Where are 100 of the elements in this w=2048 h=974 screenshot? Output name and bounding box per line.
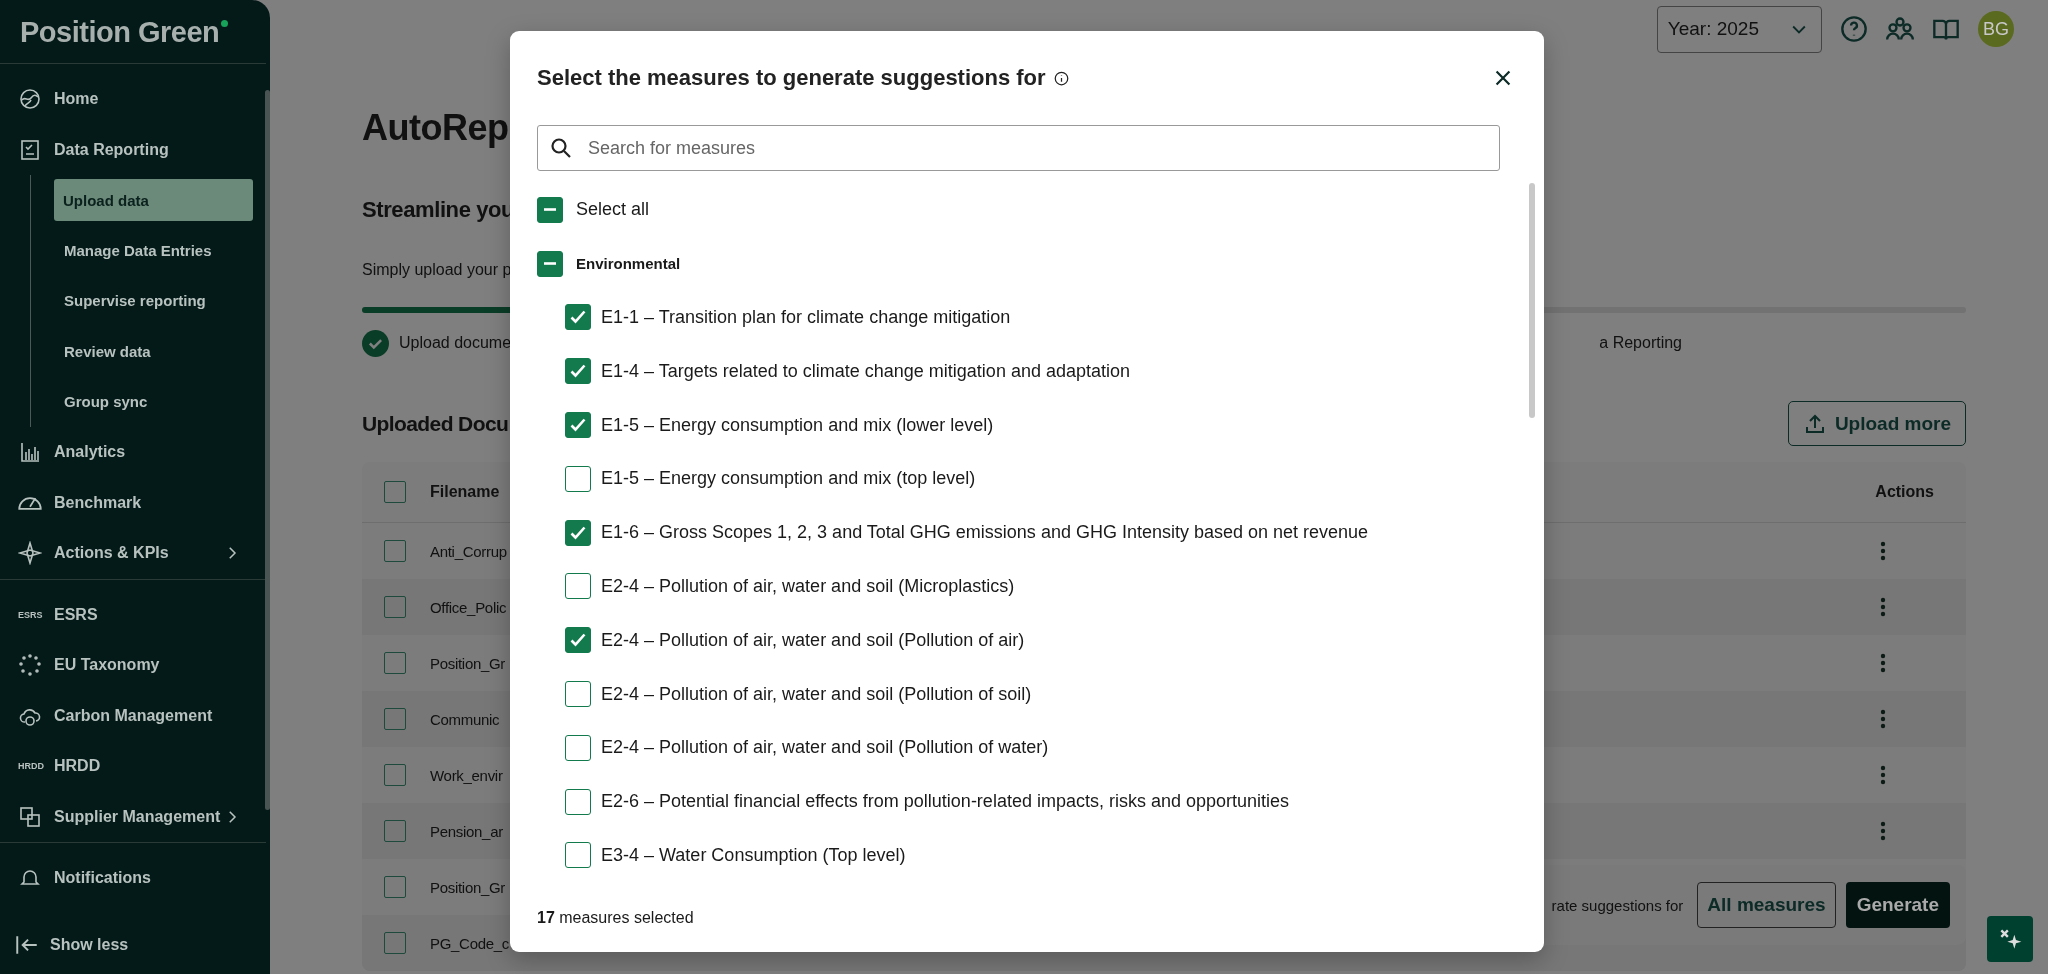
squares-icon bbox=[18, 804, 42, 829]
checkbox[interactable] bbox=[384, 652, 406, 674]
nav-item[interactable]: Benchmark bbox=[0, 477, 263, 528]
measure-label: E2-4 – Pollution of air, water and soil (Pollution of air) bbox=[601, 629, 1025, 651]
checkbox[interactable] bbox=[565, 573, 591, 600]
measure-label: E2-4 – Pollution of air, water and soil (Pollution of soil) bbox=[601, 683, 1032, 705]
table-cell: Anti_Corrup bbox=[430, 542, 507, 560]
checkbox-label: Select all bbox=[576, 199, 650, 221]
more-icon[interactable] bbox=[1880, 821, 1886, 841]
nav-item[interactable]: Supplier Management bbox=[0, 791, 263, 842]
more-icon[interactable] bbox=[1880, 541, 1886, 561]
column-header: Filename bbox=[430, 483, 500, 501]
checkbox[interactable] bbox=[384, 764, 406, 786]
step-label: Upload docume bbox=[399, 334, 512, 352]
checkbox[interactable] bbox=[565, 519, 591, 546]
checkbox[interactable] bbox=[537, 196, 563, 223]
table-cell: Work_envir bbox=[430, 766, 503, 784]
more-icon[interactable] bbox=[1880, 653, 1886, 673]
measure-label: E1-1 – Transition plan for climate change mitigation bbox=[601, 307, 1011, 328]
checkbox[interactable] bbox=[565, 358, 591, 385]
column-header: Actions bbox=[1875, 483, 1934, 501]
checkbox[interactable] bbox=[565, 412, 591, 439]
report-icon bbox=[18, 137, 42, 162]
checkbox[interactable] bbox=[565, 788, 591, 815]
section-title: Uploaded Docu bbox=[362, 411, 509, 436]
minus-icon bbox=[544, 262, 556, 266]
nav-subitem[interactable]: Supervise reporting bbox=[55, 275, 253, 326]
checkbox[interactable] bbox=[565, 304, 591, 331]
nav-subitem[interactable]: Group sync bbox=[55, 376, 253, 427]
generate-text: rate suggestions for bbox=[1551, 896, 1684, 914]
help-icon[interactable] bbox=[1840, 15, 1868, 43]
checkbox[interactable] bbox=[384, 708, 406, 730]
table-cell: Pension_ar bbox=[430, 822, 503, 840]
all-measures-button[interactable]: All measures bbox=[1697, 882, 1836, 928]
measure-label: E2-4 – Pollution of air, water and soil (Microplastics) bbox=[601, 575, 1015, 597]
nav-item[interactable]: HRDD HRDD bbox=[0, 741, 263, 792]
nav-subitem[interactable]: Upload data bbox=[54, 179, 253, 221]
measure-label: E3-4 – Water Consumption (Top level) bbox=[601, 844, 906, 866]
module-abbreviation: HRDD bbox=[18, 761, 42, 772]
checkbox[interactable] bbox=[565, 734, 591, 761]
checkbox[interactable] bbox=[384, 876, 406, 898]
scrollbar[interactable] bbox=[265, 90, 270, 810]
more-icon[interactable] bbox=[1880, 709, 1886, 729]
gauge-icon bbox=[18, 495, 42, 510]
dialog-title: Select the measures to generate suggestions for bbox=[537, 65, 1046, 91]
nav-item[interactable]: Home bbox=[0, 74, 263, 125]
upload-more-button[interactable]: Upload more bbox=[1787, 401, 1966, 446]
nav-item[interactable]: ESRS ESRS bbox=[0, 589, 263, 640]
search-icon bbox=[549, 136, 573, 160]
year-select[interactable]: Year: 2025 bbox=[1656, 5, 1822, 53]
table-cell: Communic bbox=[430, 710, 500, 728]
info-icon[interactable] bbox=[1053, 70, 1069, 86]
analytics-icon bbox=[18, 440, 42, 465]
nav-item[interactable]: Analytics bbox=[0, 427, 263, 478]
checkbox[interactable] bbox=[565, 627, 591, 654]
nav-item[interactable]: Data Reporting bbox=[0, 124, 263, 175]
module-abbreviation: ESRS bbox=[18, 609, 42, 620]
show-less-button[interactable]: Show less bbox=[0, 932, 270, 974]
table-cell: Position_Gr bbox=[430, 878, 506, 896]
diamond-icon bbox=[18, 541, 42, 566]
avatar[interactable]: BG bbox=[1978, 11, 2014, 47]
checkbox[interactable] bbox=[565, 842, 591, 869]
checkbox[interactable] bbox=[565, 681, 591, 708]
nav-subitem[interactable]: Review data bbox=[55, 326, 253, 377]
measure-label: E1-4 – Targets related to climate change mitigation and adaptation bbox=[601, 360, 1130, 382]
page-title: AutoRep bbox=[362, 107, 509, 150]
more-icon[interactable] bbox=[1880, 765, 1886, 785]
measure-label: E2-4 – Pollution of air, water and soil (Pollution of water) bbox=[601, 737, 1049, 759]
home-icon bbox=[18, 87, 42, 112]
checkbox[interactable] bbox=[384, 540, 406, 562]
checkbox[interactable] bbox=[565, 465, 591, 492]
scrollbar[interactable] bbox=[1529, 183, 1535, 418]
checkbox[interactable] bbox=[384, 932, 406, 954]
nav-item[interactable]: EU Taxonomy bbox=[0, 640, 263, 691]
more-icon[interactable] bbox=[1880, 597, 1886, 617]
measure-label: E1-6 – Gross Scopes 1, 2, 3 and Total GHG emissions and GHG Intensity based on net revenue bbox=[601, 522, 1369, 544]
ai-assistant-button[interactable] bbox=[1987, 916, 2033, 962]
measure-label: E1-5 – Energy consumption and mix (lower level) bbox=[601, 414, 994, 436]
group-label: Environmental bbox=[576, 255, 681, 273]
table-cell: Position_Gr bbox=[430, 654, 506, 672]
star-ring-icon bbox=[18, 653, 42, 678]
checkbox[interactable] bbox=[537, 250, 563, 277]
people-icon[interactable] bbox=[1886, 15, 1914, 43]
nav-subitem[interactable]: Manage Data Entries bbox=[55, 225, 253, 276]
generate-button[interactable]: Generate bbox=[1845, 882, 1950, 928]
table-cell: PG_Code_c bbox=[430, 934, 510, 952]
measure-label: E2-6 – Potential financial effects from pollution-related impacts, risks and opportunities bbox=[601, 791, 1290, 813]
nav-item[interactable]: Actions & KPIs bbox=[0, 528, 263, 579]
search-field[interactable]: Search for measures bbox=[537, 125, 1500, 171]
checkbox[interactable] bbox=[384, 820, 406, 842]
checkbox[interactable] bbox=[384, 481, 406, 503]
step-label: a Reporting bbox=[1599, 334, 1682, 352]
table-cell: Office_Polic bbox=[430, 598, 507, 616]
measure-label: E1-5 – Energy consumption and mix (top level) bbox=[601, 468, 976, 490]
nav-item[interactable]: Notifications bbox=[0, 853, 263, 904]
logo: Position Green bbox=[0, 0, 249, 63]
nav-item[interactable]: Carbon Management bbox=[0, 690, 263, 741]
minus-icon bbox=[544, 208, 556, 212]
checkbox[interactable] bbox=[384, 596, 406, 618]
check-circle-icon bbox=[362, 329, 389, 357]
